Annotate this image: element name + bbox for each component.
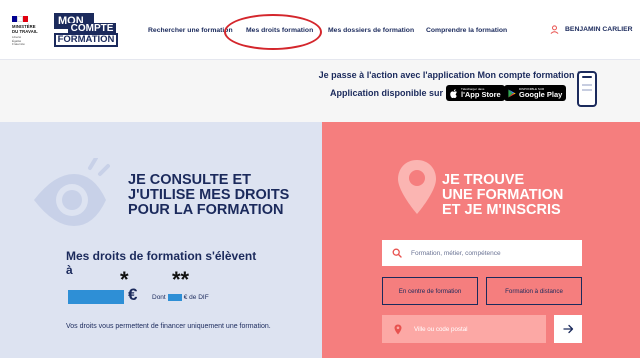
nav-mes-droits-formation[interactable]: Mes droits formation (246, 27, 313, 34)
location-input[interactable]: Ville ou code postal (382, 315, 546, 343)
rights-panel: JE CONSULTE ET J'UTILISE MES DROITS POUR… (0, 122, 322, 358)
promo-headline: Je passe à l'action avec l'application M… (318, 70, 580, 80)
nav-comprendre-formation[interactable]: Comprendre la formation (426, 27, 507, 34)
redacted-dif-amount (167, 294, 182, 301)
user-menu[interactable]: BENJAMIN CARLIER (550, 25, 633, 34)
mon-compte-formation-logo[interactable]: MON COMPTE FORMATION (54, 13, 118, 47)
app-promo-banner: Je passe à l'action avec l'application M… (0, 60, 640, 122)
app-store-label: l'App Store (461, 89, 501, 99)
search-icon (392, 248, 402, 258)
dif-prefix: Dont (152, 294, 166, 301)
nav-mes-dossiers-formation[interactable]: Mes dossiers de formation (328, 27, 414, 34)
map-pin-icon (398, 160, 436, 214)
rights-note: Vos droits vous permettent de financer u… (66, 323, 271, 330)
flag-icon (12, 16, 29, 22)
redacted-amount (68, 290, 124, 304)
header: MINISTÈRE DU TRAVAIL Liberté Égalité Fra… (0, 0, 640, 60)
user-name: BENJAMIN CARLIER (565, 26, 633, 33)
distance-learning-button[interactable]: Formation à distance (486, 277, 582, 305)
ministry-motto: Liberté Égalité Fraternité (12, 35, 25, 46)
google-play-label: Google Play (519, 89, 563, 99)
user-icon (550, 25, 559, 34)
logo-line3: FORMATION (54, 33, 118, 47)
google-play-button[interactable]: DISPONIBLE SUR Google Play (504, 85, 567, 101)
ministry-name: MINISTÈRE DU TRAVAIL (12, 24, 38, 34)
currency-symbol: € (128, 285, 138, 304)
find-training-panel: JE TROUVE UNE FORMATION ET JE M'INSCRIS … (322, 122, 640, 358)
asterisk-double: ** (172, 267, 190, 292)
rights-heading: JE CONSULTE ET J'UTILISE MES DROITS POUR… (128, 172, 290, 218)
apple-icon (450, 88, 457, 98)
search-submit-button[interactable] (554, 315, 582, 343)
dif-line: Dont € de DIF (152, 294, 209, 301)
ministry-logo[interactable]: MINISTÈRE DU TRAVAIL Liberté Égalité Fra… (12, 16, 48, 47)
location-icon (394, 324, 402, 334)
training-search-placeholder: Formation, métier, compétence (411, 249, 501, 257)
location-placeholder: Ville ou code postal (414, 325, 468, 333)
nav-rechercher-formation[interactable]: Rechercher une formation (148, 27, 233, 34)
find-training-heading: JE TROUVE UNE FORMATION ET JE M'INSCRIS (442, 172, 564, 218)
dif-suffix: € de DIF (183, 294, 209, 301)
google-play-icon (508, 89, 516, 97)
app-store-button[interactable]: Télécharger dans l'App Store (446, 85, 505, 101)
promo-subline: Application disponible sur (330, 88, 444, 98)
arrow-right-icon (562, 324, 573, 334)
eye-icon (34, 158, 110, 226)
in-center-button[interactable]: En centre de formation (382, 277, 478, 305)
training-search-input[interactable]: Formation, métier, compétence (382, 240, 582, 266)
phone-icon (577, 71, 597, 107)
rights-title: Mes droits de formation s'élèvent à (66, 249, 257, 277)
